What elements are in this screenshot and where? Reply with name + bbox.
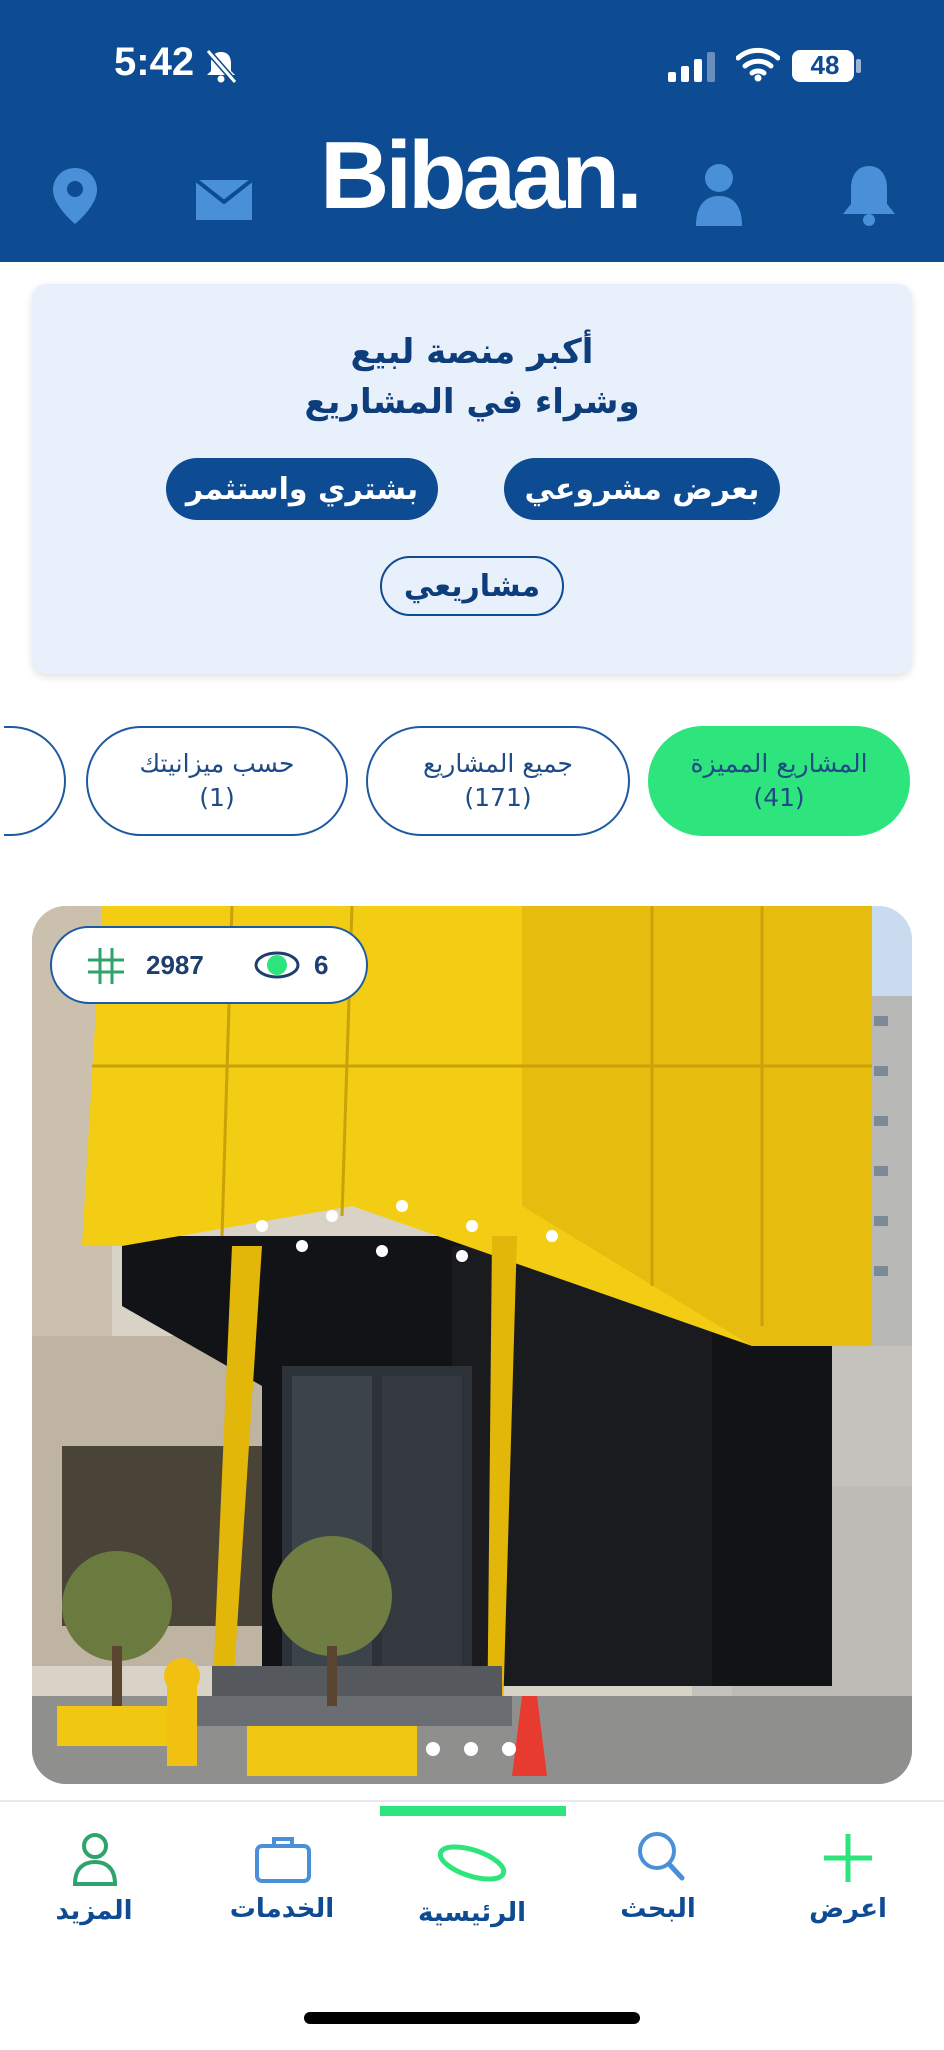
buy-and-invest-button[interactable]: بشتري واستثمر xyxy=(166,458,438,520)
listing-id: 2987 xyxy=(146,950,204,980)
carousel-dot[interactable] xyxy=(464,1742,478,1756)
filter-chip-label: جميع المشاريع xyxy=(423,749,573,779)
mail-icon[interactable] xyxy=(196,180,252,220)
bibaan-logo: Bibaan. xyxy=(320,122,643,229)
filter-chip-featured[interactable]: المشاريع المميزة (41) xyxy=(648,726,910,836)
views-eye-icon xyxy=(254,951,300,979)
carousel-dot[interactable] xyxy=(426,1742,440,1756)
filter-chip-count: (1) xyxy=(199,783,235,812)
notification-bell-icon[interactable] xyxy=(840,162,898,228)
hash-icon xyxy=(88,948,124,984)
show-my-project-button[interactable]: بعرض مشروعي xyxy=(504,458,780,520)
cellular-signal-icon xyxy=(668,52,715,82)
search-icon xyxy=(638,1832,685,1881)
tab-label-search: البحث xyxy=(620,1894,696,1924)
tab-label-services: الخدمات xyxy=(229,1894,335,1924)
filter-chip-count: (171) xyxy=(464,783,532,812)
listing-views: 6 xyxy=(314,950,329,980)
briefcase-icon xyxy=(255,1837,311,1883)
filter-chip-label: المشاريع المميزة xyxy=(690,749,868,779)
active-tab-indicator xyxy=(380,1806,566,1816)
carousel-dot[interactable] xyxy=(502,1742,516,1756)
home-indicator xyxy=(304,2012,640,2024)
user-outline-icon xyxy=(72,1833,118,1886)
hero-banner: أكبر منصة لبيع وشراء في المشاريع بعرض مش… xyxy=(32,284,912,674)
project-listing-card[interactable] xyxy=(32,906,912,1784)
filter-chip-label: حسب ميزانيتك xyxy=(139,749,295,779)
tab-label-home: الرئيسية xyxy=(417,1898,527,1928)
location-pin-icon[interactable] xyxy=(50,166,100,226)
home-ring-icon xyxy=(437,1844,507,1882)
wifi-icon xyxy=(736,47,780,82)
silent-bell-icon xyxy=(205,49,238,84)
battery-level: 48 xyxy=(810,50,840,80)
plus-icon xyxy=(824,1834,872,1882)
filter-chip-count: (41) xyxy=(753,783,805,812)
status-time: 5:42 xyxy=(114,40,195,84)
tab-label-add: اعرض xyxy=(809,1894,887,1924)
project-photo xyxy=(32,906,912,1784)
filter-chip-partial[interactable] xyxy=(4,726,66,836)
filter-chip-all-projects[interactable]: جميع المشاريع (171) xyxy=(366,726,630,836)
hero-title-line1: أكبر منصة لبيع xyxy=(350,332,594,372)
profile-icon[interactable] xyxy=(694,162,744,226)
hero-title-line2: وشراء في المشاريع xyxy=(304,382,640,422)
my-projects-button[interactable]: مشاريعي xyxy=(380,556,564,616)
filter-chip-by-budget[interactable]: حسب ميزانيتك (1) xyxy=(86,726,348,836)
tab-label-more: المزيد xyxy=(55,1896,133,1926)
